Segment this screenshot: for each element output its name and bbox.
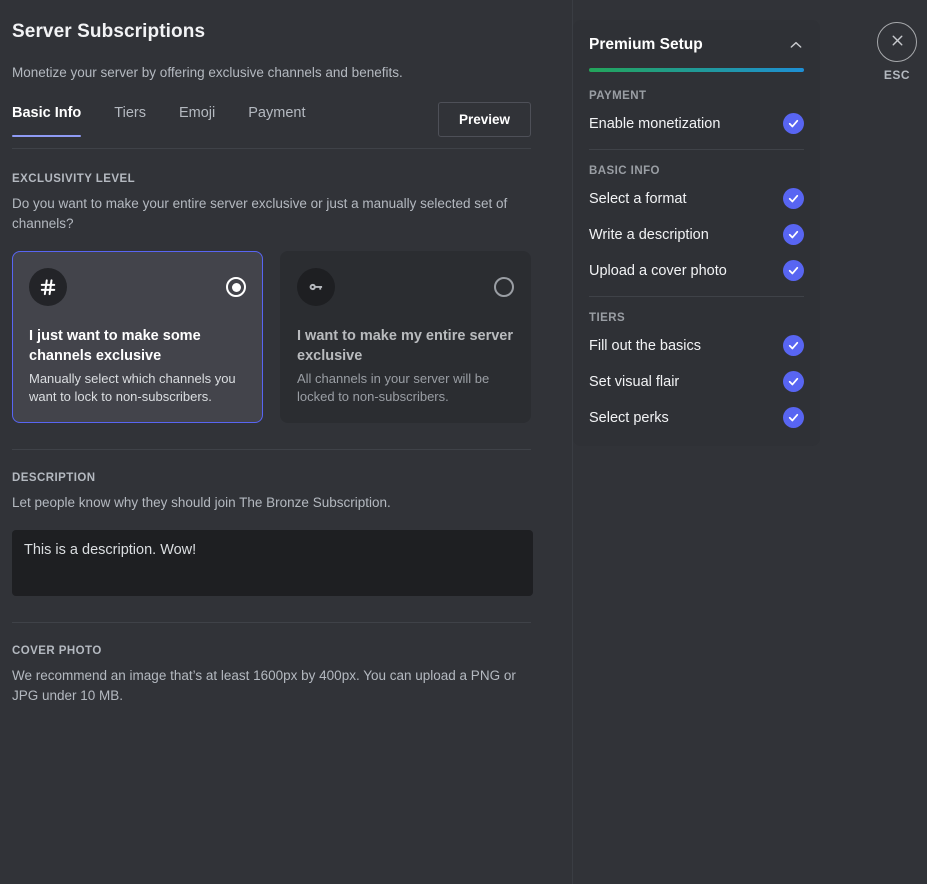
checklist-item-label: Enable monetization xyxy=(589,114,720,134)
checklist-group-payment: PAYMENT Enable monetization xyxy=(589,90,804,134)
description-input[interactable] xyxy=(12,530,533,596)
check-icon xyxy=(783,113,804,134)
close-area: ESC xyxy=(877,22,917,82)
checklist-item-upload-a-cover-photo[interactable]: Upload a cover photo xyxy=(589,260,804,281)
option-card-title: I just want to make some channels exclus… xyxy=(29,326,246,366)
checklist-item-set-visual-flair[interactable]: Set visual flair xyxy=(589,371,804,392)
chevron-up-icon[interactable] xyxy=(788,37,804,53)
hash-icon xyxy=(29,268,67,306)
check-icon xyxy=(783,407,804,428)
checklist-item-select-a-format[interactable]: Select a format xyxy=(589,188,804,209)
option-card-header xyxy=(297,268,514,306)
exclusivity-heading: EXCLUSIVITY LEVEL xyxy=(12,173,531,185)
exclusivity-options: I just want to make some channels exclus… xyxy=(12,251,531,423)
page-subtitle: Monetize your server by offering exclusi… xyxy=(12,64,531,82)
key-icon xyxy=(297,268,335,306)
tab-emoji[interactable]: Emoji xyxy=(179,104,215,136)
esc-label: ESC xyxy=(877,68,917,82)
cover-photo-section: COVER PHOTO We recommend an image that’s… xyxy=(12,645,531,706)
tab-payment[interactable]: Payment xyxy=(248,104,305,136)
checklist-item-label: Fill out the basics xyxy=(589,336,701,356)
description-section: DESCRIPTION Let people know why they sho… xyxy=(12,472,531,596)
exclusivity-description: Do you want to make your entire server e… xyxy=(12,194,517,234)
tab-tiers[interactable]: Tiers xyxy=(114,104,146,136)
checklist-item-select-perks[interactable]: Select perks xyxy=(589,407,804,428)
group-heading: PAYMENT xyxy=(589,90,804,102)
checklist-group-basic-info: BASIC INFO Select a format Write a descr… xyxy=(589,165,804,281)
option-card-body: All channels in your server will be lock… xyxy=(297,370,514,406)
option-card-title: I want to make my entire server exclusiv… xyxy=(297,326,514,366)
description-hint: Let people know why they should join The… xyxy=(12,493,517,513)
option-card-header xyxy=(29,268,246,306)
check-icon xyxy=(783,224,804,245)
checklist-item-label: Set visual flair xyxy=(589,372,679,392)
page-title: Server Subscriptions xyxy=(12,20,531,44)
checklist-item-write-a-description[interactable]: Write a description xyxy=(589,224,804,245)
tab-basic-info[interactable]: Basic Info xyxy=(12,104,81,136)
cover-photo-hint: We recommend an image that’s at least 16… xyxy=(12,666,517,706)
check-icon xyxy=(783,260,804,281)
check-icon xyxy=(783,188,804,209)
preview-button[interactable]: Preview xyxy=(438,102,531,137)
group-heading: TIERS xyxy=(589,312,804,324)
check-icon xyxy=(783,371,804,392)
settings-content-pane: Server Subscriptions Monetize your serve… xyxy=(0,0,573,884)
checklist-item-label: Select perks xyxy=(589,408,669,428)
group-heading: BASIC INFO xyxy=(589,165,804,177)
section-divider xyxy=(12,622,531,623)
premium-setup-title: Premium Setup xyxy=(589,36,703,54)
tab-bar: Basic Info Tiers Emoji Payment Preview xyxy=(12,104,531,149)
exclusivity-level-section: EXCLUSIVITY LEVEL Do you want to make yo… xyxy=(12,173,531,423)
section-divider xyxy=(12,449,531,450)
radio-some-channels[interactable] xyxy=(226,277,246,297)
option-card-some-channels[interactable]: I just want to make some channels exclus… xyxy=(12,251,263,423)
option-card-body: Manually select which channels you want … xyxy=(29,370,246,406)
panel-divider xyxy=(589,296,804,297)
checklist-item-label: Write a description xyxy=(589,225,709,245)
setup-progress-bar xyxy=(589,68,804,72)
close-button[interactable] xyxy=(877,22,917,62)
premium-setup-header[interactable]: Premium Setup xyxy=(589,36,804,54)
description-heading: DESCRIPTION xyxy=(12,472,531,484)
checklist-item-enable-monetization[interactable]: Enable monetization xyxy=(589,113,804,134)
checklist-item-fill-out-the-basics[interactable]: Fill out the basics xyxy=(589,335,804,356)
cover-photo-heading: COVER PHOTO xyxy=(12,645,531,657)
checklist-group-tiers: TIERS Fill out the basics Set visual fla… xyxy=(589,312,804,428)
premium-setup-panel: Premium Setup PAYMENT Enable monetizatio… xyxy=(573,20,820,446)
option-card-entire-server[interactable]: I want to make my entire server exclusiv… xyxy=(280,251,531,423)
close-icon xyxy=(889,32,906,52)
panel-divider xyxy=(589,149,804,150)
checklist-item-label: Select a format xyxy=(589,189,687,209)
radio-entire-server[interactable] xyxy=(494,277,514,297)
checklist-item-label: Upload a cover photo xyxy=(589,261,727,281)
check-icon xyxy=(783,335,804,356)
